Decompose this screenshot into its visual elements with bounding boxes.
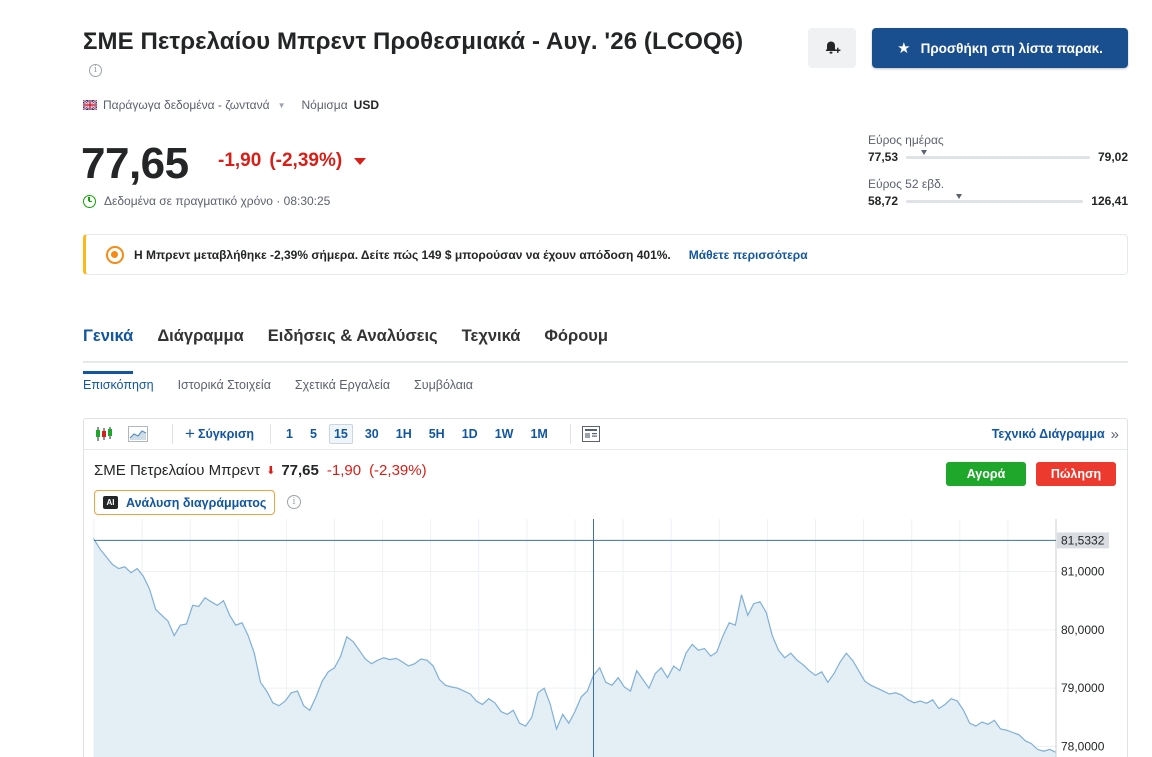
week52-range-bar: [906, 193, 1084, 203]
timeframe-15[interactable]: 15: [328, 424, 353, 444]
target-icon: [106, 245, 124, 264]
realtime-label: Δεδομένα σε πραγματικό χρόνο · 08:30:25: [104, 194, 331, 208]
timeframe-1d[interactable]: 1D: [457, 424, 483, 444]
tab-news-analysis[interactable]: Ειδήσεις & Αναλύσεις: [268, 326, 438, 361]
day-range-label: Εύρος ημέρας: [868, 133, 944, 147]
timeframe-1[interactable]: 1: [281, 424, 298, 444]
promo-banner: Η Μπρεντ μεταβλήθηκε -2,39% σήμερα. Δείτ…: [83, 234, 1128, 275]
toolbar-divider: [270, 424, 272, 444]
ai-chart-analysis-button[interactable]: AI Ανάλυση διαγράμματος: [94, 490, 276, 515]
add-to-watchlist-button[interactable]: ★ Προσθήκη στη λίστα παρακ.: [872, 28, 1128, 68]
promo-learn-more-link[interactable]: Μάθετε περισσότερα: [689, 248, 808, 262]
chart-change: -1,90: [326, 462, 362, 479]
timeframe-1w[interactable]: 1W: [490, 424, 519, 444]
change-value: -1,90: [218, 150, 262, 171]
info-icon[interactable]: i: [89, 64, 102, 77]
subtab-contracts[interactable]: Συμβόλαια: [414, 378, 473, 392]
subtab-overview[interactable]: Επισκόπηση: [83, 378, 154, 392]
subtab-related-tools[interactable]: Σχετικά Εργαλεία: [295, 378, 390, 392]
day-range-low: 77,53: [868, 150, 899, 164]
tab-technical[interactable]: Τεχνικά: [462, 326, 521, 361]
y-tick-label: 80,0000: [1061, 623, 1105, 637]
week52-range-high: 126,41: [1091, 194, 1128, 208]
subtab-historical-data[interactable]: Ιστορικά Στοιχεία: [178, 378, 271, 392]
chevron-down-icon[interactable]: ▼: [278, 101, 286, 110]
technical-chart-link[interactable]: Τεχνικό Διάγραμμα »: [992, 426, 1119, 443]
timeframe-5[interactable]: 5: [305, 424, 322, 444]
compare-button[interactable]: + Σύγκριση: [185, 424, 255, 443]
y-tick-label: 78,0000: [1061, 740, 1105, 754]
watchlist-button-label: Προσθήκη στη λίστα παρακ.: [920, 40, 1103, 56]
week52-range-marker: [955, 193, 962, 199]
price-change: -1,90 (-2,39%): [218, 150, 367, 172]
arrow-down-icon: [354, 157, 367, 165]
clock-icon: [83, 194, 96, 208]
last-price: 77,65: [81, 139, 189, 188]
instrument-meta: Παράγωγα δεδομένα - ζωντανά ▼ Νόμισμα US…: [83, 98, 379, 112]
promo-text: Η Μπρεντ μεταβλήθηκε -2,39% σήμερα. Δείτ…: [134, 247, 671, 262]
crosshair-label: 81,5332: [1061, 533, 1105, 547]
chart-panel: + Σύγκριση 1 5 15 30 1H 5H 1D 1W 1M Τεχν…: [83, 418, 1128, 757]
compare-label: Σύγκριση: [197, 427, 255, 441]
buy-button[interactable]: Αγορά: [946, 462, 1026, 486]
currency-value: USD: [353, 98, 380, 112]
timeframe-30[interactable]: 30: [360, 424, 384, 444]
ai-analysis-label: Ανάλυση διαγράμματος: [126, 495, 267, 510]
star-icon: ★: [897, 40, 911, 57]
add-alert-button[interactable]: [808, 28, 856, 68]
week52-range-label: Εύρος 52 εβδ.: [868, 177, 945, 191]
y-tick-label: 79,0000: [1061, 681, 1105, 695]
bell-plus-icon: [825, 41, 841, 54]
timeframe-1m[interactable]: 1M: [525, 424, 552, 444]
news-icon[interactable]: [581, 424, 601, 444]
sub-tabs: Επισκόπηση Ιστορικά Στοιχεία Σχετικά Εργ…: [83, 378, 473, 392]
technical-chart-label: Τεχνικό Διάγραμμα: [991, 427, 1105, 441]
y-tick-label: 81,0000: [1061, 565, 1105, 579]
double-chevron-right-icon: »: [1110, 425, 1119, 443]
change-percent: (-2,39%): [269, 150, 343, 171]
realtime-status: Δεδομένα σε πραγματικό χρόνο · 08:30:25: [83, 194, 330, 208]
chart-toolbar: + Σύγκριση 1 5 15 30 1H 5H 1D 1W 1M Τεχν…: [84, 419, 1127, 450]
chart-price: 77,65: [281, 462, 319, 479]
day-range: Εύρος ημέρας 77,53 79,02: [868, 133, 1128, 164]
day-range-bar: [906, 149, 1090, 159]
info-icon[interactable]: i: [287, 495, 301, 509]
day-range-marker: [920, 149, 927, 155]
timeframe-1h[interactable]: 1H: [391, 424, 417, 444]
week52-range: Εύρος 52 εβδ. 58,72 126,41: [868, 177, 1128, 208]
tab-chart[interactable]: Διάγραμμα: [157, 326, 243, 361]
candlestick-icon[interactable]: [94, 424, 114, 444]
toolbar-divider: [569, 424, 571, 444]
page-title: ΣΜΕ Πετρελαίου Μπρεντ Προθεσμιακά - Αυγ.…: [83, 28, 744, 55]
plus-icon: +: [185, 424, 195, 443]
day-range-high: 79,02: [1097, 150, 1128, 164]
price-chart[interactable]: 81,0000 80,0000 79,0000 78,0000 81,5332: [84, 519, 1127, 757]
data-source-dropdown[interactable]: Παράγωγα δεδομένα - ζωντανά: [103, 98, 270, 112]
uk-flag-icon: [83, 100, 97, 110]
currency-label: Νόμισμα: [301, 98, 348, 112]
tab-overview[interactable]: Γενικά: [83, 326, 134, 374]
chart-instrument-name: ΣΜΕ Πετρελαίου Μπρεντ: [94, 462, 261, 479]
sell-button[interactable]: Πώληση: [1036, 462, 1116, 486]
timeframe-5h[interactable]: 5H: [424, 424, 450, 444]
ai-icon: AI: [103, 496, 118, 509]
toolbar-divider: [172, 424, 173, 444]
chart-change-percent: (-2,39%): [369, 462, 427, 479]
area-chart-icon[interactable]: [128, 424, 148, 444]
arrow-down-icon: ⬇: [266, 465, 276, 477]
main-tabs: Γενικά Διάγραμμα Ειδήσεις & Αναλύσεις Τε…: [83, 326, 1128, 374]
week52-range-low: 58,72: [868, 194, 899, 208]
tab-forum[interactable]: Φόρουμ: [544, 326, 608, 361]
chart-legend: ΣΜΕ Πετρελαίου Μπρεντ ⬇ 77,65 -1,90 (-2,…: [94, 462, 427, 479]
